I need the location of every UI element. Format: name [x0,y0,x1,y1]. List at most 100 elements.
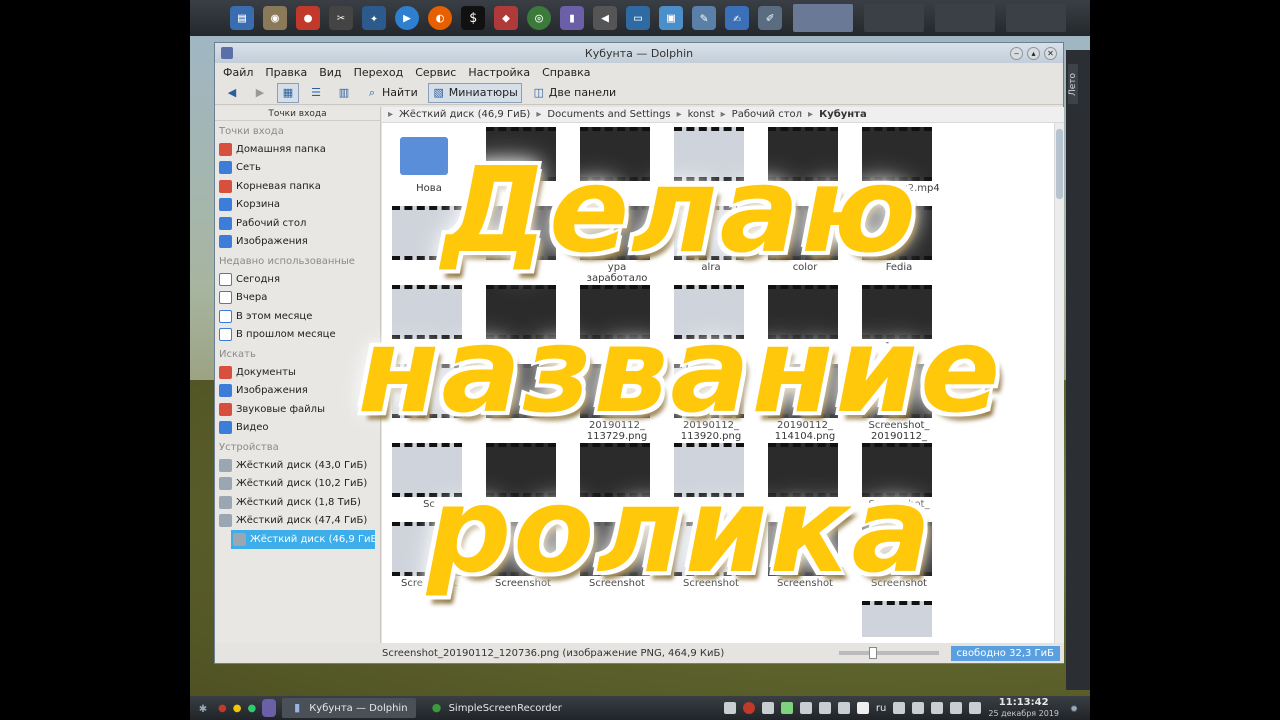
network-icon[interactable] [893,702,906,714]
menu-item[interactable]: Справка [542,66,590,79]
file-item[interactable] [576,127,658,205]
record-icon[interactable] [742,702,755,714]
file-item[interactable]: Screenshot [858,522,940,600]
media-icon[interactable]: ● [296,6,320,30]
tray-icon[interactable] [969,702,982,714]
tray-icon[interactable] [912,702,925,714]
volume-icon[interactable] [950,702,963,714]
folder-item[interactable]: Нова [388,127,470,205]
back-button[interactable]: ◀ [221,83,243,103]
file-item[interactable] [388,285,470,363]
file-item[interactable] [482,127,564,205]
file-item[interactable] [482,285,564,363]
file-item[interactable] [670,443,752,521]
breadcrumb-item[interactable]: Жёсткий диск (46,9 ГиБ) [399,109,530,120]
file-item[interactable]: alra [670,206,752,284]
tray-icon[interactable] [780,702,793,714]
menu-item[interactable]: Файл [223,66,253,79]
breadcrumb-item[interactable]: Documents and Settings [547,109,670,120]
monitor-icon[interactable]: ▭ [626,6,650,30]
places-item[interactable]: Документы [215,363,380,382]
zoom-slider-handle[interactable] [868,647,877,659]
places-item[interactable]: Сегодня [215,270,380,289]
thumbnails-button[interactable]: ▧ Миниатюры [427,82,522,103]
file-item[interactable] [670,127,752,205]
tray-icon[interactable] [837,702,850,714]
menu-item[interactable]: Вид [319,66,341,79]
package-icon[interactable]: ▮ [560,6,584,30]
places-item[interactable]: Жёсткий диск (47,4 ГиБ) [215,512,380,531]
breadcrumb-current[interactable]: Кубунта [819,109,867,120]
find-button[interactable]: ⌕ Найти [361,83,422,103]
player-icon[interactable]: ▶ [395,6,419,30]
package-icon[interactable] [262,699,277,717]
firefox-icon[interactable]: ◐ [428,6,452,30]
archive-icon[interactable]: ◆ [494,6,518,30]
file-item[interactable]: Screenshot [576,522,658,600]
app-icon[interactable] [221,47,233,59]
display-settings-icon[interactable]: ▣ [659,6,683,30]
task-screenrecorder[interactable]: ● SimpleScreenRecorder [422,698,570,718]
file-item[interactable]: 20190112_ 113729.png [576,364,658,442]
close-icon[interactable]: ✕ [1044,46,1057,60]
places-item[interactable]: Корзина [215,196,380,215]
places-item[interactable]: Жёсткий диск (10,2 ГиБ) [215,475,380,494]
keyboard-layout[interactable]: ru [876,703,886,714]
file-item[interactable] [482,443,564,521]
forward-button[interactable]: ▶ [249,83,271,103]
menu-item[interactable]: Правка [265,66,307,79]
text-editor-icon[interactable]: ✍ [725,6,749,30]
file-item[interactable]: color [764,206,846,284]
speaker-icon[interactable]: ◀ [593,6,617,30]
file-item[interactable]: Screenshot [670,522,752,600]
file-item[interactable]: 20190112_ 113920.png [670,364,752,442]
file-item[interactable]: Screenshot_ 20190112_ 132549.png [858,443,940,532]
file-item[interactable]: Screenshot_ 20190112_ 120736.png [858,364,940,453]
document-icon[interactable]: ▤ [230,6,254,30]
file-item[interactable]: Screenshot [388,522,470,600]
places-item[interactable]: Изображения [215,382,380,401]
places-item[interactable]: Жёсткий диск (43,0 ГиБ) [215,456,380,475]
places-item[interactable]: В этом месяце [215,307,380,326]
app-launcher-icon[interactable]: ✱ [194,699,212,717]
globe-icon[interactable]: ◎ [527,6,551,30]
scrollbar-handle[interactable] [1056,129,1063,199]
maximize-icon[interactable]: ▴ [1027,46,1040,60]
places-item[interactable]: Рабочий стол [215,214,380,233]
video-editor-icon[interactable]: ✂ [329,6,353,30]
tools-icon[interactable]: ✦ [362,6,386,30]
compact-view-button[interactable]: ▥ [333,83,355,103]
terminal-icon[interactable]: $ [461,6,485,30]
places-item[interactable]: В прошлом месяце [215,326,380,345]
file-item[interactable] [576,285,658,363]
places-item[interactable]: Видео [215,419,380,438]
file-item[interactable]: 1.png [858,285,940,363]
writer-icon[interactable]: ✐ [758,6,782,30]
file-item[interactable]: Screenshot [482,522,564,600]
image-viewer-icon[interactable]: ◉ [263,6,287,30]
places-item[interactable]: Домашняя папка [215,140,380,159]
file-item[interactable]: закладки2.mp4 [858,127,940,205]
file-item[interactable] [576,443,658,521]
places-item[interactable]: Корневая папка [215,177,380,196]
pager-desktop-1[interactable] [793,4,853,32]
menu-item[interactable]: Переход [354,66,404,79]
gear-icon[interactable]: ✹ [1066,700,1082,716]
file-item[interactable]: Screenshot [764,522,846,600]
tray-icon[interactable] [856,702,869,714]
file-item[interactable] [388,206,470,284]
minimize-icon[interactable]: ‒ [1010,46,1023,60]
tray-icon[interactable] [723,702,736,714]
places-item[interactable]: Жёсткий диск (1,8 ТиБ) [215,493,380,512]
task-dolphin[interactable]: ▮ Кубунта — Dolphin [282,698,416,718]
places-item[interactable]: Сеть [215,159,380,178]
scrollbar[interactable] [1054,123,1064,643]
menu-item[interactable]: Сервис [415,66,456,79]
places-item[interactable]: Изображения [215,233,380,252]
clock[interactable]: 11:13:42 25 декабря 2019 [988,697,1059,719]
wifi-icon[interactable] [931,702,944,714]
file-item[interactable] [388,364,470,442]
places-item[interactable]: Жёсткий диск (46,9 ГиБ) [231,530,375,549]
notes-icon[interactable]: ✎ [692,6,716,30]
menu-item[interactable]: Настройка [468,66,530,79]
